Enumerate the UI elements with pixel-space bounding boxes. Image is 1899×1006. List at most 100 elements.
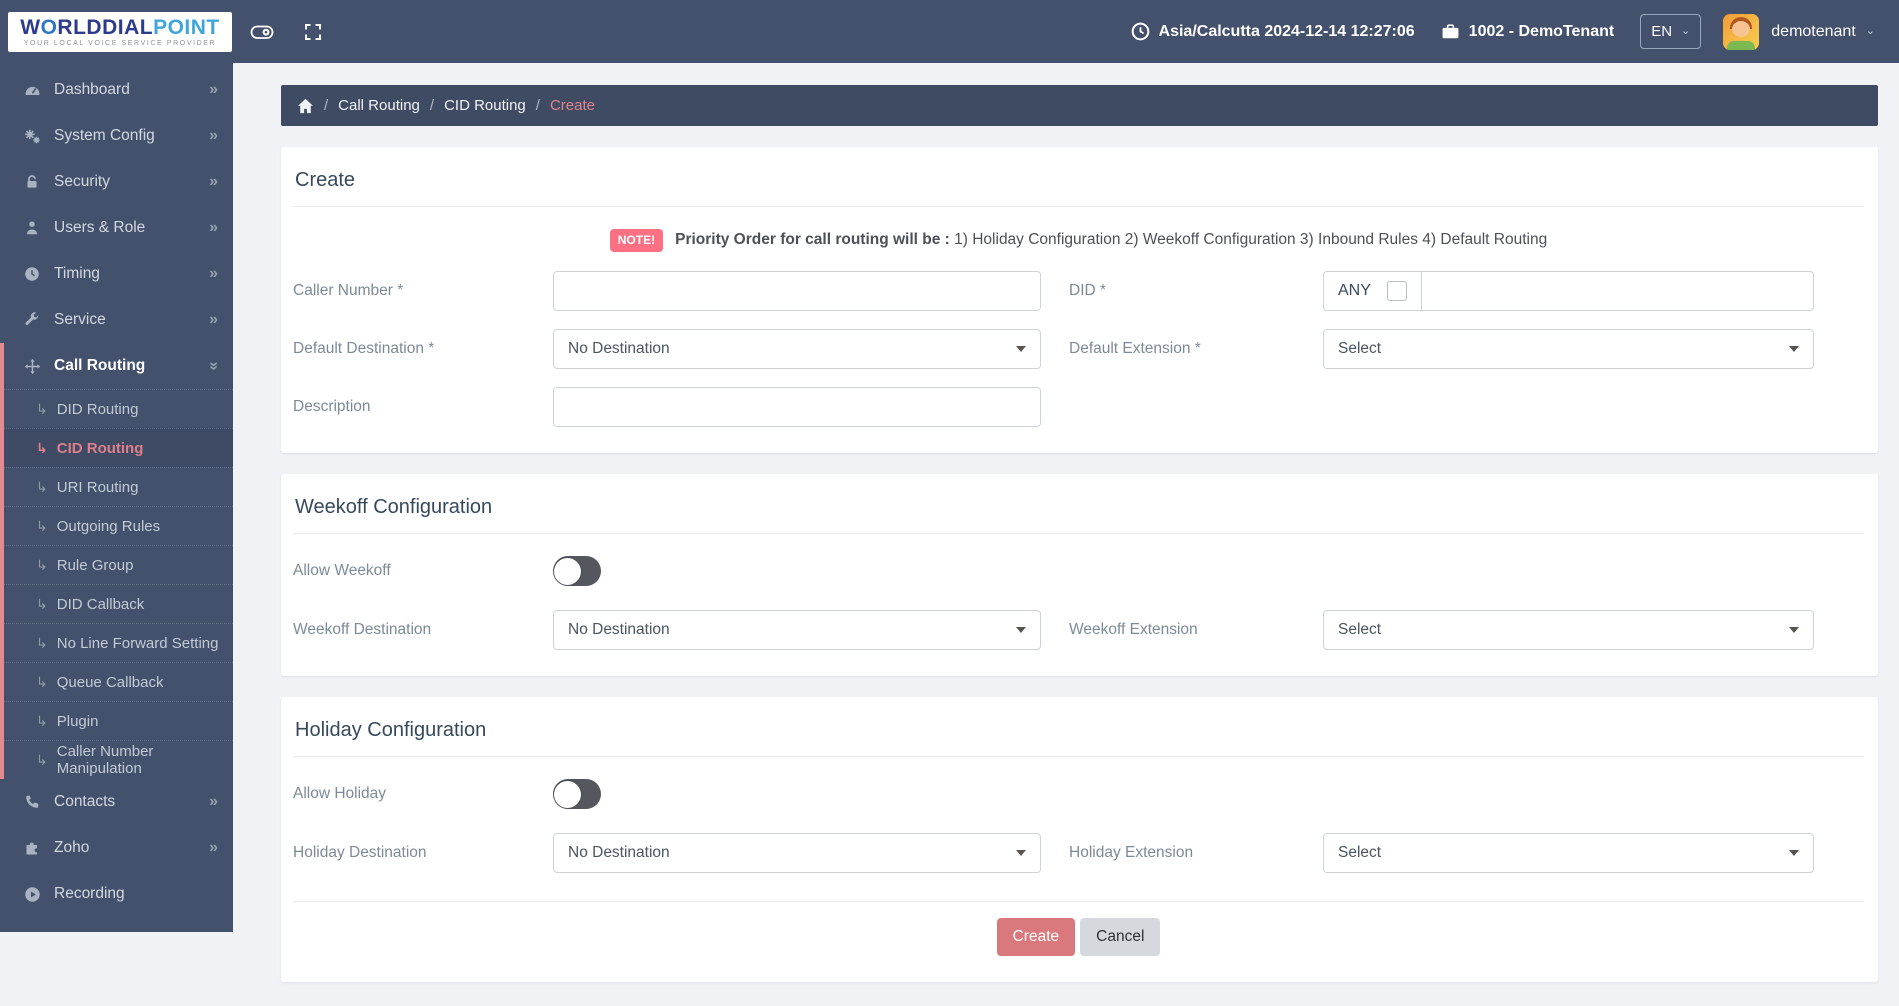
submenu-arrow-icon: ↳ xyxy=(36,439,48,456)
sidebar-item-queue-callback[interactable]: ↳ Queue Callback xyxy=(0,662,233,701)
home-icon[interactable] xyxy=(297,98,314,114)
caller-number-label: Caller Number * xyxy=(293,282,404,299)
tenant-label: 1002 - DemoTenant xyxy=(1468,22,1615,40)
holiday-destination-label: Holiday Destination xyxy=(293,844,427,861)
sidebar-item-cid-routing[interactable]: ↳ CID Routing xyxy=(0,428,233,467)
dropdown-caret-icon xyxy=(1789,346,1799,352)
cancel-button[interactable]: Cancel xyxy=(1080,918,1161,956)
main-content: / Call Routing / CID Routing / Create Cr… xyxy=(233,63,1899,982)
wrench-icon xyxy=(20,312,44,328)
sidebar-item-service[interactable]: Service » xyxy=(0,297,233,343)
sidebar-item-call-routing[interactable]: Call Routing » xyxy=(0,343,233,389)
dashboard-icon xyxy=(20,82,44,99)
breadcrumb-separator: / xyxy=(535,97,540,114)
dropdown-caret-icon xyxy=(1016,627,1026,633)
caller-number-input[interactable] xyxy=(553,271,1041,311)
create-button[interactable]: Create xyxy=(996,918,1076,956)
default-destination-select[interactable]: No Destination xyxy=(553,329,1041,369)
sidebar-item-uri-routing[interactable]: ↳ URI Routing xyxy=(0,467,233,506)
top-bar: WORLDDIALPOINT YOUR LOCAL VOICE SERVICE … xyxy=(0,0,1899,63)
chevron-right-icon: » xyxy=(209,219,218,236)
default-destination-label: Default Destination * xyxy=(293,340,435,357)
holiday-extension-label: Holiday Extension xyxy=(1069,844,1194,861)
sidebar-item-contacts[interactable]: Contacts » xyxy=(0,779,233,825)
sidebar-item-recording[interactable]: Recording xyxy=(0,871,233,917)
timezone-datetime: Asia/Calcutta 2024-12-14 12:27:06 xyxy=(1158,22,1415,40)
breadcrumb-current: Create xyxy=(549,97,595,114)
any-label: ANY xyxy=(1338,282,1371,299)
default-extension-label: Default Extension * xyxy=(1069,340,1201,357)
brand-logo-text: WORLDDIALPOINT xyxy=(20,15,220,39)
any-checkbox[interactable] xyxy=(1386,281,1407,301)
create-card: Create NOTE! Priority Order for call rout… xyxy=(281,147,1878,453)
sidebar-item-dashboard[interactable]: Dashboard » xyxy=(0,67,233,113)
submenu-arrow-icon: ↳ xyxy=(36,517,48,534)
brand-tagline: YOUR LOCAL VOICE SERVICE PROVIDER xyxy=(23,39,217,47)
chevron-right-icon: » xyxy=(209,311,218,328)
description-input[interactable] xyxy=(553,387,1041,427)
sidebar-item-security[interactable]: Security » xyxy=(0,159,233,205)
breadcrumb-separator: / xyxy=(324,97,329,114)
chevron-right-icon: » xyxy=(209,265,218,282)
did-label: DID * xyxy=(1069,282,1107,299)
holiday-destination-select[interactable]: No Destination xyxy=(553,833,1041,873)
avatar[interactable] xyxy=(1723,13,1760,50)
weekoff-destination-label: Weekoff Destination xyxy=(293,621,432,638)
user-icon xyxy=(20,220,44,236)
breadcrumb-cid-routing[interactable]: CID Routing xyxy=(444,97,526,114)
chevron-right-icon: » xyxy=(209,81,218,98)
clock-icon xyxy=(1131,22,1149,41)
sidebar-item-outgoing-rules[interactable]: ↳ Outgoing Rules xyxy=(0,506,233,545)
holiday-extension-select[interactable]: Select xyxy=(1323,833,1814,873)
sidebar-item-caller-number-manipulation[interactable]: ↳ Caller Number Manipulation xyxy=(0,740,233,779)
user-menu[interactable]: demotenant ⌄ xyxy=(1771,23,1875,41)
breadcrumb-call-routing[interactable]: Call Routing xyxy=(338,97,420,114)
weekoff-destination-select[interactable]: No Destination xyxy=(553,610,1041,650)
sidebar-item-rule-group[interactable]: ↳ Rule Group xyxy=(0,545,233,584)
submenu-arrow-icon: ↳ xyxy=(36,751,48,768)
sidebar-item-did-routing[interactable]: ↳ DID Routing xyxy=(0,389,233,428)
chevron-right-icon: » xyxy=(209,839,218,856)
language-select[interactable]: EN ⌄ xyxy=(1640,14,1702,49)
play-circle-icon xyxy=(20,886,44,903)
sidebar-item-did-callback[interactable]: ↳ DID Callback xyxy=(0,584,233,623)
did-input[interactable] xyxy=(1420,271,1814,311)
submenu-arrow-icon: ↳ xyxy=(36,712,48,729)
default-extension-select[interactable]: Select xyxy=(1323,329,1814,369)
weekoff-title: Weekoff Configuration xyxy=(293,486,1864,534)
allow-holiday-toggle[interactable] xyxy=(553,779,601,809)
breadcrumb: / Call Routing / CID Routing / Create xyxy=(281,85,1878,126)
sidebar-collapse-toggle-icon[interactable] xyxy=(250,22,274,42)
weekoff-card: Weekoff Configuration Allow Weekoff Week… xyxy=(281,474,1878,676)
chevron-right-icon: » xyxy=(209,793,218,810)
timezone-clock: Asia/Calcutta 2024-12-14 12:27:06 xyxy=(1131,22,1415,41)
submenu-arrow-icon: ↳ xyxy=(36,673,48,690)
sidebar-item-system-config[interactable]: System Config » xyxy=(0,113,233,159)
description-label: Description xyxy=(293,398,371,415)
sidebar-item-zoho[interactable]: Zoho » xyxy=(0,825,233,871)
weekoff-extension-label: Weekoff Extension xyxy=(1069,621,1198,638)
brand-logo[interactable]: WORLDDIALPOINT YOUR LOCAL VOICE SERVICE … xyxy=(8,11,232,52)
sidebar-item-no-line-forward-setting[interactable]: ↳ No Line Forward Setting xyxy=(0,623,233,662)
submenu-arrow-icon: ↳ xyxy=(36,478,48,495)
sidebar-item-users-role[interactable]: Users & Role » xyxy=(0,205,233,251)
holiday-card: Holiday Configuration Allow Holiday Holi… xyxy=(281,697,1878,982)
username: demotenant xyxy=(1771,22,1856,40)
briefcase-icon xyxy=(1442,24,1459,39)
move-icon xyxy=(20,358,44,375)
sidebar-item-plugin[interactable]: ↳ Plugin xyxy=(0,701,233,740)
sidebar-item-timing[interactable]: Timing » xyxy=(0,251,233,297)
chevron-expanded-icon: » xyxy=(205,361,223,371)
dropdown-caret-icon xyxy=(1016,850,1026,856)
dropdown-caret-icon xyxy=(1789,627,1799,633)
chevron-right-icon: » xyxy=(209,173,218,190)
submenu-arrow-icon: ↳ xyxy=(36,556,48,573)
language-value: EN xyxy=(1651,23,1673,40)
weekoff-extension-select[interactable]: Select xyxy=(1323,610,1814,650)
allow-weekoff-label: Allow Weekoff xyxy=(293,562,391,579)
form-actions: Create Cancel xyxy=(293,901,1864,956)
fullscreen-icon[interactable] xyxy=(304,23,322,41)
holiday-title: Holiday Configuration xyxy=(293,709,1864,757)
allow-weekoff-toggle[interactable] xyxy=(553,556,601,586)
allow-holiday-label: Allow Holiday xyxy=(293,785,387,802)
